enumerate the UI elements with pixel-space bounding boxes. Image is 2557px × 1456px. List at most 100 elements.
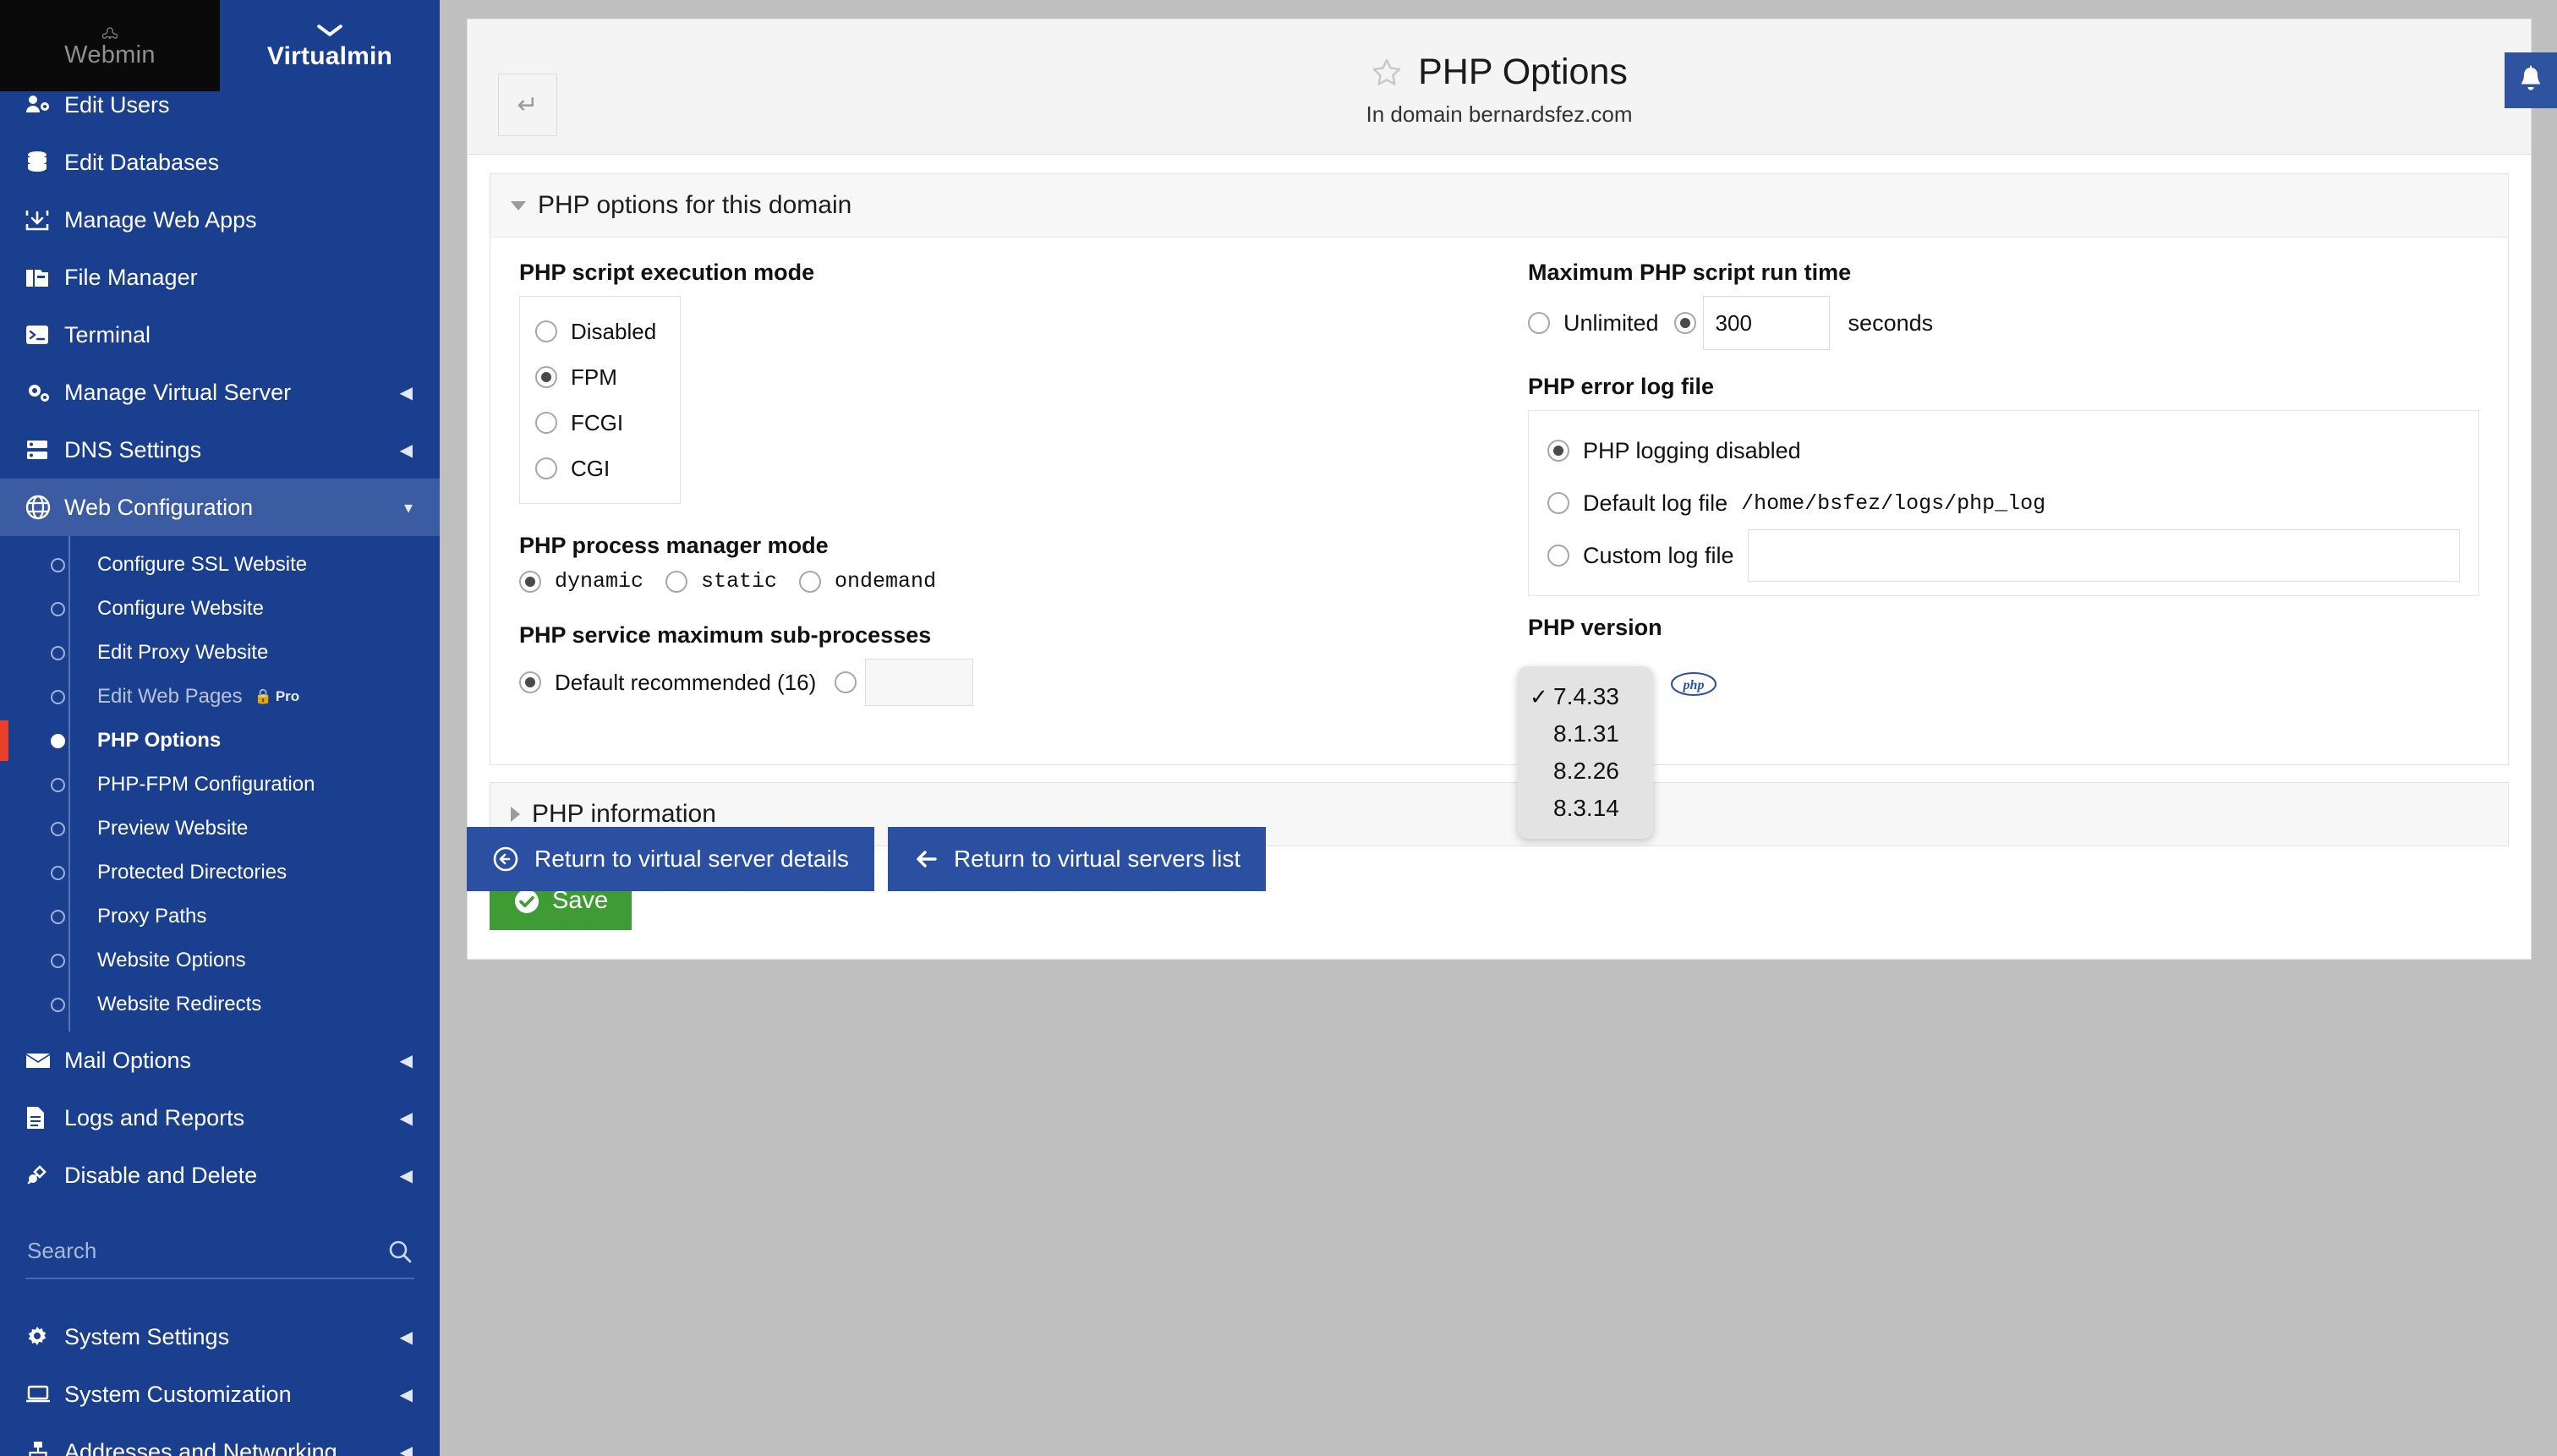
radio-label: Custom log file — [1583, 543, 1734, 569]
pro-badge: 🔒 Pro — [255, 688, 300, 705]
radio-icon-selected[interactable] — [519, 571, 541, 593]
sidebar-subitem-preview-website[interactable]: Preview Website — [0, 807, 440, 851]
pro-badge-label: Pro — [276, 688, 299, 705]
run-time-input[interactable]: 300 — [1703, 296, 1830, 350]
sidebar-search[interactable] — [25, 1229, 414, 1279]
brand-virtualmin[interactable]: Virtualmin — [220, 0, 440, 91]
radio-log-default[interactable]: Default log file /home/bsfez/logs/php_lo… — [1547, 477, 2460, 529]
sidebar-item-system-settings[interactable]: System Settings ◀ — [0, 1308, 440, 1366]
sidebar-item-dns-settings[interactable]: DNS Settings ◀ — [0, 421, 440, 479]
bullet-icon — [51, 778, 65, 792]
sidebar-item-label: Edit Users — [64, 92, 413, 118]
sidebar-subitem-proxy-paths[interactable]: Proxy Paths — [0, 895, 440, 939]
chevron-left-icon: ◀ — [400, 1384, 413, 1405]
sidebar-subitem-label: Configure SSL Website — [97, 553, 307, 577]
brand-webmin[interactable]: Webmin — [0, 0, 220, 91]
return-to-virtual-servers-list-button[interactable]: Return to virtual servers list — [888, 827, 1266, 891]
php-version-option-selected[interactable]: ✓ 7.4.33 — [1518, 678, 1653, 715]
php-process-manager-label: PHP process manager mode — [519, 533, 1470, 559]
radio-exec-fcgi[interactable]: FCGI — [535, 400, 656, 446]
radio-icon-selected[interactable] — [535, 366, 557, 388]
right-column: Maximum PHP script run time Unlimited 30… — [1499, 260, 2508, 742]
sidebar-item-mail-options[interactable]: Mail Options ◀ — [0, 1032, 440, 1089]
sidebar-subitem-label: Configure Website — [97, 597, 264, 621]
sidebar-item-manage-virtual-server[interactable]: Manage Virtual Server ◀ — [0, 364, 440, 421]
sidebar-item-label: Web Configuration — [64, 495, 404, 521]
radio-exec-fpm[interactable]: FPM — [535, 354, 656, 400]
sidebar-item-web-configuration[interactable]: Web Configuration ▾ — [0, 479, 440, 536]
php-options-panel-title: PHP options for this domain — [538, 191, 851, 220]
php-version-option[interactable]: 8.3.14 — [1518, 790, 1653, 827]
radio-subproc-default[interactable]: Default recommended (16) — [519, 660, 816, 705]
download-box-icon — [25, 209, 64, 231]
sidebar-subitem-website-redirects[interactable]: Website Redirects — [0, 983, 440, 1026]
php-options-panel-header[interactable]: PHP options for this domain — [490, 174, 2508, 238]
title-block: PHP Options In domain bernardsfez.com — [468, 19, 2531, 128]
php-version-option[interactable]: 8.2.26 — [1518, 753, 1653, 790]
php-process-manager-group[interactable]: dynamic static ondemand — [519, 569, 1470, 594]
sidebar-nav[interactable]: Edit Users Edit Databases Manage Web App… — [0, 81, 440, 1456]
sidebar-item-addresses-and-networking[interactable]: Addresses and Networking ◀ — [0, 1423, 440, 1456]
chevron-left-icon: ◀ — [400, 382, 413, 403]
radio-icon[interactable] — [835, 671, 857, 693]
sidebar-item-logs-and-reports[interactable]: Logs and Reports ◀ — [0, 1089, 440, 1147]
star-outline-icon[interactable] — [1371, 57, 1403, 89]
sidebar-item-file-manager[interactable]: File Manager — [0, 249, 440, 306]
radio-icon-unlimited[interactable] — [1528, 312, 1550, 334]
sidebar-subitem-label: Edit Web Pages — [97, 685, 243, 709]
sidebar-item-manage-web-apps[interactable]: Manage Web Apps — [0, 191, 440, 249]
chevron-left-icon: ◀ — [400, 1165, 413, 1186]
sidebar-subitem-php-fpm-configuration[interactable]: PHP-FPM Configuration — [0, 763, 440, 807]
php-error-log-group[interactable]: PHP logging disabled Default log file /h… — [1528, 410, 2479, 596]
sidebar-subitem-protected-directories[interactable]: Protected Directories — [0, 851, 440, 895]
radio-icon-value-selected[interactable] — [1674, 312, 1696, 334]
bullet-icon — [51, 690, 65, 704]
radio-icon[interactable] — [535, 320, 557, 342]
sub-processes-input[interactable] — [865, 659, 973, 706]
sidebar-item-label: DNS Settings — [64, 437, 400, 463]
radio-icon[interactable] — [535, 412, 557, 434]
radio-exec-cgi[interactable]: CGI — [535, 446, 656, 491]
custom-log-input[interactable] — [1748, 529, 2460, 582]
php-exec-mode-group[interactable]: Disabled FPM FCGI — [519, 296, 681, 504]
radio-icon[interactable] — [799, 571, 821, 593]
php-version-dropdown[interactable]: ✓ 7.4.33 8.1.31 8.2.26 — [1518, 666, 1653, 839]
sidebar-item-terminal[interactable]: Terminal — [0, 306, 440, 364]
radio-label: FPM — [571, 364, 617, 391]
sidebar-subitem-configure-ssl-website[interactable]: Configure SSL Website — [0, 543, 440, 587]
return-to-virtual-server-details-button[interactable]: Return to virtual server details — [467, 827, 874, 891]
sidebar-subitem-edit-web-pages[interactable]: Edit Web Pages 🔒 Pro — [0, 675, 440, 719]
sidebar-item-edit-databases[interactable]: Edit Databases — [0, 134, 440, 191]
radio-pm-ondemand[interactable]: ondemand — [799, 569, 936, 594]
radio-icon-selected[interactable] — [519, 671, 541, 693]
search-input[interactable] — [27, 1238, 387, 1264]
sidebar-item-disable-and-delete[interactable]: Disable and Delete ◀ — [0, 1147, 440, 1204]
radio-pm-static[interactable]: static — [665, 569, 777, 594]
notifications-button[interactable] — [2505, 52, 2557, 108]
radio-subproc-custom[interactable] — [835, 660, 857, 705]
chevron-down-icon — [315, 24, 344, 37]
bullet-icon — [51, 866, 65, 880]
sidebar-subitem-edit-proxy-website[interactable]: Edit Proxy Website — [0, 631, 440, 675]
back-button[interactable]: ↵ — [498, 74, 557, 136]
chevron-left-icon: ◀ — [400, 1327, 413, 1348]
radio-icon-selected[interactable] — [1547, 440, 1569, 462]
search-icon[interactable] — [387, 1239, 413, 1264]
radio-icon[interactable] — [1547, 492, 1569, 514]
radio-icon[interactable] — [535, 457, 557, 479]
sidebar-subitem-configure-website[interactable]: Configure Website — [0, 587, 440, 631]
sidebar-subitem-website-options[interactable]: Website Options — [0, 939, 440, 983]
php-run-time-group[interactable]: Unlimited 300 seconds — [1528, 296, 2479, 350]
radio-exec-disabled[interactable]: Disabled — [535, 309, 656, 354]
radio-pm-dynamic[interactable]: dynamic — [519, 569, 643, 594]
radio-log-disabled[interactable]: PHP logging disabled — [1547, 424, 2460, 477]
sidebar-item-label: Terminal — [64, 322, 413, 348]
radio-log-custom[interactable]: Custom log file — [1547, 529, 2460, 582]
radio-icon[interactable] — [665, 571, 687, 593]
sidebar: Webmin Virtualmin Edit Users — [0, 0, 440, 1456]
radio-icon[interactable] — [1547, 545, 1569, 567]
php-sub-processes-group[interactable]: Default recommended (16) — [519, 659, 1470, 706]
sidebar-subitem-php-options[interactable]: PHP Options — [0, 719, 440, 763]
sidebar-item-system-customization[interactable]: System Customization ◀ — [0, 1366, 440, 1423]
php-version-option[interactable]: 8.1.31 — [1518, 715, 1653, 753]
